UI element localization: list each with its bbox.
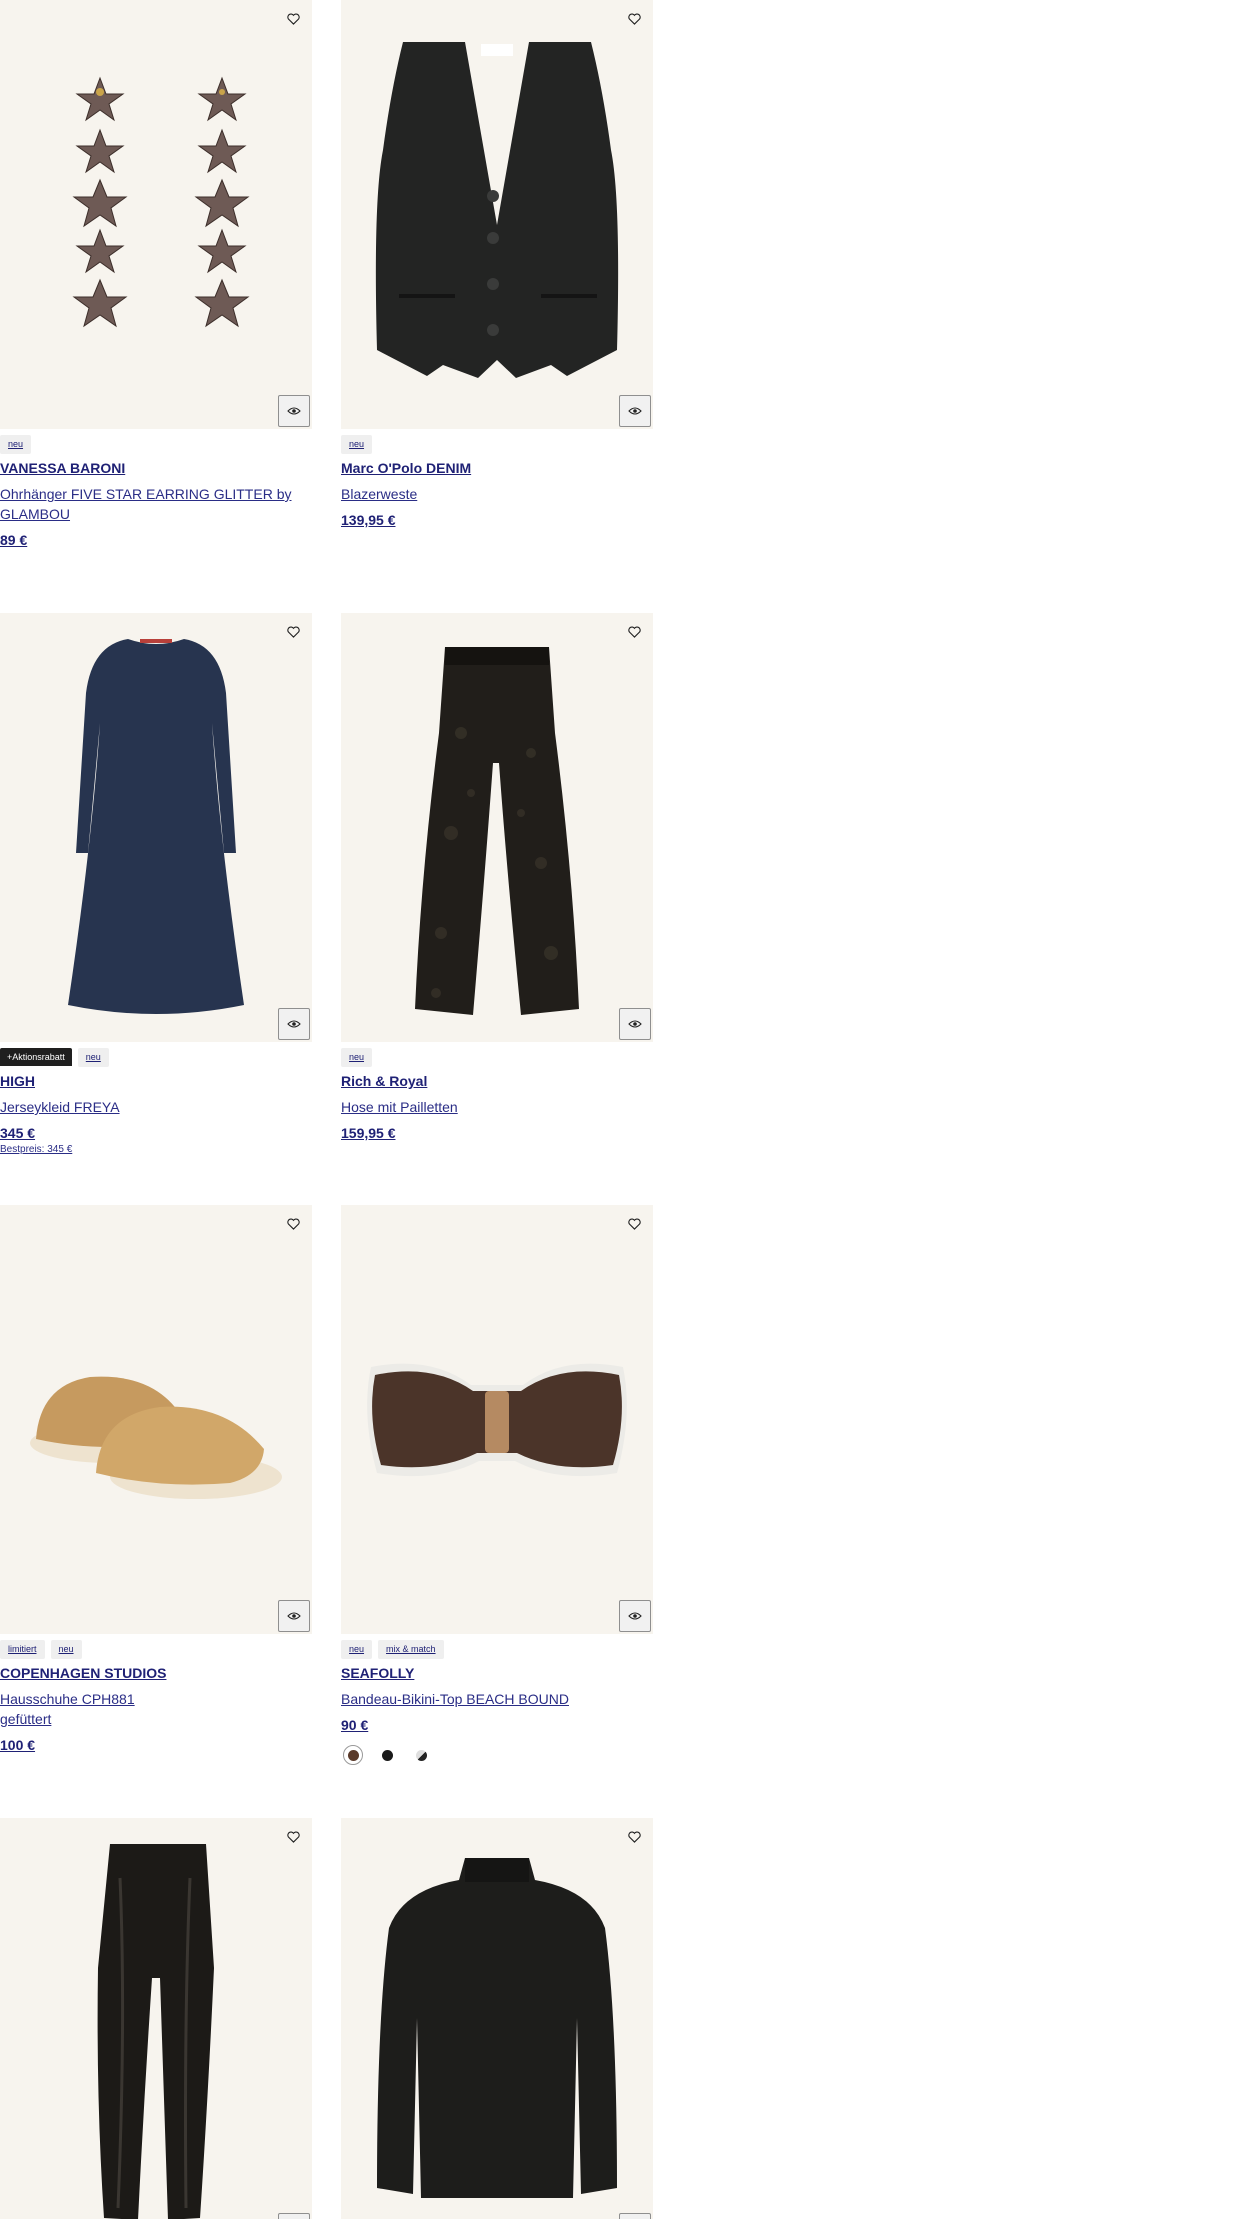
product-card[interactable]: neu Marc O'Polo DENIM Blazerweste 139,95… [341,0,653,530]
product-name[interactable]: Ohrhänger FIVE STAR EARRING GLITTER by G… [0,484,312,524]
knit-sweater-image [377,1858,617,2198]
leather-leggings-image [97,1844,214,2219]
badge-new: neu [341,1047,373,1067]
product-image[interactable] [0,613,312,1042]
badge-limited: limitiert [0,1639,45,1659]
product-price[interactable]: 100 € [0,1735,312,1755]
bikini-top-image [367,1363,627,1477]
favorite-heart-icon[interactable] [280,6,306,32]
product-brand[interactable]: HIGH [0,1071,312,1091]
quick-view-eye-icon[interactable] [619,1600,651,1632]
color-swatch-black-white[interactable] [411,1745,431,1765]
product-price[interactable]: 345 € [0,1123,312,1143]
color-swatch-black[interactable] [377,1745,397,1765]
quick-view-eye-icon[interactable] [278,1008,310,1040]
favorite-heart-icon[interactable] [280,1824,306,1850]
product-brand[interactable]: VANESSA BARONI [0,458,312,478]
product-image[interactable] [341,1818,653,2219]
favorite-heart-icon[interactable] [280,1211,306,1237]
badge-promo: +Aktionsrabatt [0,1048,72,1066]
favorite-heart-icon[interactable] [621,6,647,32]
product-image[interactable] [0,1205,312,1634]
product-card[interactable] [341,1818,653,2219]
badge-new: neu [77,1047,109,1067]
badge-new: neu [50,1639,82,1659]
quick-view-eye-icon[interactable] [619,1008,651,1040]
badge-mix-match: mix & match [378,1639,444,1659]
quick-view-eye-icon[interactable] [619,395,651,427]
badge-list: +Aktionsrabatt neu [0,1046,312,1068]
quick-view-eye-icon[interactable] [278,395,310,427]
product-name[interactable]: Bandeau-Bikini-Top BEACH BOUND [341,1689,653,1709]
product-name[interactable]: Hose mit Pailletten [341,1097,653,1117]
product-card[interactable]: +Aktionsrabatt neu HIGH Jerseykleid FREY… [0,613,312,1155]
product-price[interactable]: 139,95 € [341,510,653,530]
badge-list: neu [341,1046,653,1068]
product-brand[interactable]: COPENHAGEN STUDIOS [0,1663,312,1683]
favorite-heart-icon[interactable] [621,619,647,645]
product-card[interactable]: neu mix & match SEAFOLLY Bandeau-Bikini-… [341,1205,653,1765]
product-image[interactable] [341,613,653,1042]
slippers-image [30,1376,282,1499]
quick-view-eye-icon[interactable] [619,2213,651,2219]
badge-new: neu [341,1639,373,1659]
earrings-image [72,76,250,328]
favorite-heart-icon[interactable] [280,619,306,645]
product-name[interactable]: Jerseykleid FREYA [0,1097,312,1117]
product-name[interactable]: Blazerweste [341,484,653,504]
product-name[interactable]: Hausschuhe CPH881 [0,1689,312,1709]
product-card[interactable]: limitiert neu COPENHAGEN STUDIOS Haussch… [0,1205,312,1755]
favorite-heart-icon[interactable] [621,1211,647,1237]
badge-new: neu [341,434,373,454]
product-name-detail[interactable]: gefüttert [0,1709,312,1729]
badge-list: neu [0,433,312,455]
product-image[interactable] [0,1818,312,2219]
product-price[interactable]: 89 € [0,530,312,550]
product-image[interactable] [341,1205,653,1634]
vest-image [375,42,619,378]
product-price[interactable]: 159,95 € [341,1123,653,1143]
pants-image [415,647,579,1015]
product-price[interactable]: 90 € [341,1715,653,1735]
product-image[interactable] [341,0,653,429]
quick-view-eye-icon[interactable] [278,2213,310,2219]
product-brand[interactable]: Rich & Royal [341,1071,653,1091]
color-swatch-brown[interactable] [343,1745,363,1765]
quick-view-eye-icon[interactable] [278,1600,310,1632]
product-brand[interactable]: SEAFOLLY [341,1663,653,1683]
badge-new: neu [0,434,32,454]
badge-list: neu [341,433,653,455]
product-card[interactable]: neu VANESSA BARONI Ohrhänger FIVE STAR E… [0,0,312,550]
product-card[interactable]: neu Rich & Royal Hose mit Pailletten 159… [341,613,653,1143]
badge-list: limitiert neu [0,1638,312,1660]
dress-image [68,639,244,1014]
product-brand[interactable]: Marc O'Polo DENIM [341,458,653,478]
favorite-heart-icon[interactable] [621,1824,647,1850]
badge-list: neu mix & match [341,1638,653,1660]
best-price[interactable]: Bestpreis: 345 € [0,1144,312,1155]
product-card[interactable] [0,1818,312,2219]
color-swatches [341,1745,653,1765]
product-image[interactable] [0,0,312,429]
